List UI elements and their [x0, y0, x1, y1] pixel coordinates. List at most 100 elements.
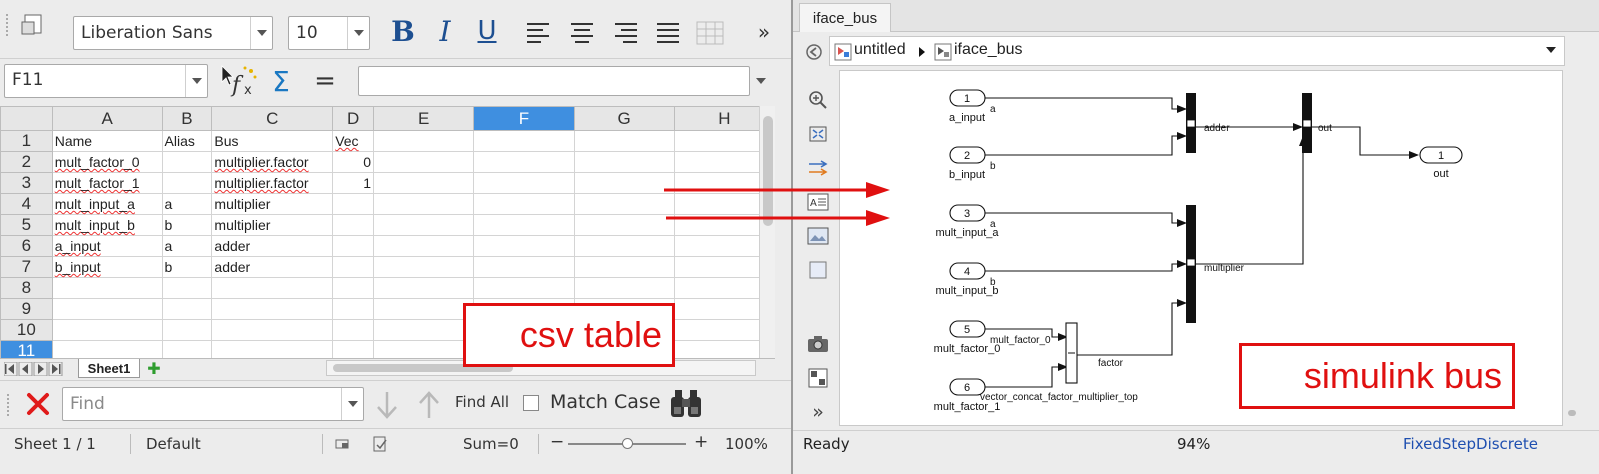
bold-button[interactable]: B	[388, 14, 418, 48]
sheet-cell[interactable]	[211, 319, 334, 341]
sheet-cell[interactable]	[51, 277, 163, 299]
chevron-down-icon[interactable]	[250, 17, 272, 49]
justify-icon[interactable]	[657, 23, 679, 43]
find-next-icon[interactable]	[377, 392, 397, 419]
borders-icon[interactable]	[696, 21, 724, 45]
row-header[interactable]: 6	[0, 235, 53, 257]
sheet-cell[interactable]	[573, 256, 675, 278]
canvas-vertical-scrollbar[interactable]	[1565, 70, 1579, 426]
row-header[interactable]: 7	[0, 256, 53, 278]
sheet-cell[interactable]	[161, 172, 213, 194]
outport-block[interactable]: 1 out	[1419, 146, 1463, 180]
sum-icon[interactable]: Σ	[266, 64, 296, 98]
sheet-cell[interactable]	[573, 235, 675, 257]
sheet-cell[interactable]: Vec	[332, 130, 375, 152]
align-right-icon[interactable]	[615, 23, 637, 43]
sheet-cell[interactable]	[373, 277, 475, 299]
chevron-down-icon[interactable]	[341, 388, 363, 420]
sheet-cell[interactable]	[373, 172, 475, 194]
sheet-cell[interactable]: multiplier	[211, 193, 334, 215]
sheet-cell[interactable]: b_input	[51, 256, 163, 278]
bus-creator-multiplier[interactable]: multiplier	[1186, 205, 1245, 323]
sheet-cell[interactable]: a	[161, 193, 213, 215]
sheet-cell[interactable]	[161, 319, 213, 341]
zoom-slider[interactable]	[568, 438, 686, 449]
inport-block[interactable]: 6mult_factor_1vector_concat_factor_multi…	[934, 378, 1139, 413]
hide-explorer-icon[interactable]	[804, 43, 824, 61]
font-size-combo[interactable]: 10	[288, 16, 370, 50]
sheet-cell[interactable]: mult_input_b	[51, 214, 163, 236]
row-header[interactable]: 5	[0, 214, 53, 236]
sheet-cell[interactable]	[373, 298, 475, 320]
zoom-in-icon[interactable]	[807, 90, 829, 110]
sheet-cell[interactable]	[373, 193, 475, 215]
inport-block[interactable]: 4mult_input_bb	[936, 262, 999, 297]
sheet-cell[interactable]	[473, 235, 575, 257]
sheet-cell[interactable]	[473, 130, 575, 152]
sheet-cell[interactable]	[473, 256, 575, 278]
underline-button[interactable]: U	[472, 14, 502, 48]
sheet-cell[interactable]	[211, 277, 334, 299]
sheet-cell[interactable]	[332, 298, 375, 320]
column-header-selected[interactable]: F	[473, 106, 575, 131]
expand-palette-icon[interactable]: »	[807, 401, 829, 423]
fit-to-view-icon[interactable]	[807, 124, 829, 144]
add-sheet-icon[interactable]: ✚	[142, 359, 166, 378]
sheet-cell[interactable]	[161, 277, 213, 299]
sheet-cell[interactable]	[332, 256, 375, 278]
breadcrumb-item-untitled[interactable]: untitled	[854, 41, 906, 59]
bus-creator-out[interactable]: out	[1302, 93, 1332, 153]
chevron-down-icon[interactable]	[185, 65, 207, 97]
vertical-scrollbar[interactable]	[759, 106, 775, 364]
sheet-cell[interactable]	[473, 193, 575, 215]
zoom-in-icon[interactable]: +	[694, 432, 708, 452]
sheet-cell[interactable]	[373, 151, 475, 173]
sheet-cell[interactable]: adder	[211, 235, 334, 257]
formula-expand-button[interactable]	[752, 66, 770, 96]
formula-equals-button[interactable]: =	[310, 64, 340, 98]
zoom-level[interactable]: 100%	[725, 435, 768, 453]
row-header[interactable]: 3	[0, 172, 53, 194]
column-header[interactable]: B	[161, 106, 213, 131]
sheet-cell[interactable]	[332, 214, 375, 236]
font-name-combo[interactable]: Liberation Sans	[73, 16, 273, 50]
inport-block[interactable]: 2 b_input b	[949, 146, 996, 181]
zoom-out-icon[interactable]: −	[550, 432, 564, 452]
close-find-icon[interactable]	[25, 391, 51, 417]
sheet-cell[interactable]: Name	[51, 130, 163, 152]
sheet-cell[interactable]: adder	[211, 256, 334, 278]
sheet-cell[interactable]	[573, 214, 675, 236]
row-header[interactable]: 9	[0, 298, 53, 320]
sheet-cell[interactable]: multiplier.factor	[211, 172, 334, 194]
find-previous-icon[interactable]	[419, 391, 439, 418]
function-wizard-icon[interactable]: f x	[218, 62, 260, 98]
sheet-cell[interactable]	[332, 277, 375, 299]
sheet-cell[interactable]: multiplier.factor	[211, 151, 334, 173]
formula-input[interactable]	[358, 66, 750, 96]
sheet-cell[interactable]	[473, 172, 575, 194]
row-header[interactable]: 10	[0, 319, 53, 341]
sheet-cell[interactable]: Bus	[211, 130, 334, 152]
sheet-cell[interactable]: mult_factor_0	[51, 151, 163, 173]
sheet-cell[interactable]: mult_factor_1	[51, 172, 163, 194]
sheet-cell[interactable]	[332, 193, 375, 215]
sheet-navigation-icons[interactable]	[4, 362, 74, 376]
row-header[interactable]: 2	[0, 151, 53, 173]
binoculars-icon[interactable]	[669, 387, 703, 419]
sheet-cell[interactable]	[473, 151, 575, 173]
align-left-icon[interactable]	[527, 23, 549, 43]
page-style[interactable]: Default	[146, 435, 201, 453]
sheet-cell[interactable]: a_input	[51, 235, 163, 257]
sheet-cell[interactable]	[373, 214, 475, 236]
sheet-cell[interactable]: 0	[332, 151, 375, 173]
sheet-cell[interactable]	[332, 235, 375, 257]
sheet-cell[interactable]	[373, 256, 475, 278]
sheet-cell[interactable]	[573, 130, 675, 152]
sheet-cell[interactable]	[573, 172, 675, 194]
chevron-down-icon[interactable]	[347, 17, 369, 49]
row-header[interactable]: 8	[0, 277, 53, 299]
model-browser-icon[interactable]	[807, 368, 829, 388]
select-all-corner[interactable]	[0, 106, 53, 131]
sheet-cell[interactable]: multiplier	[211, 214, 334, 236]
sheet-cell[interactable]	[473, 214, 575, 236]
